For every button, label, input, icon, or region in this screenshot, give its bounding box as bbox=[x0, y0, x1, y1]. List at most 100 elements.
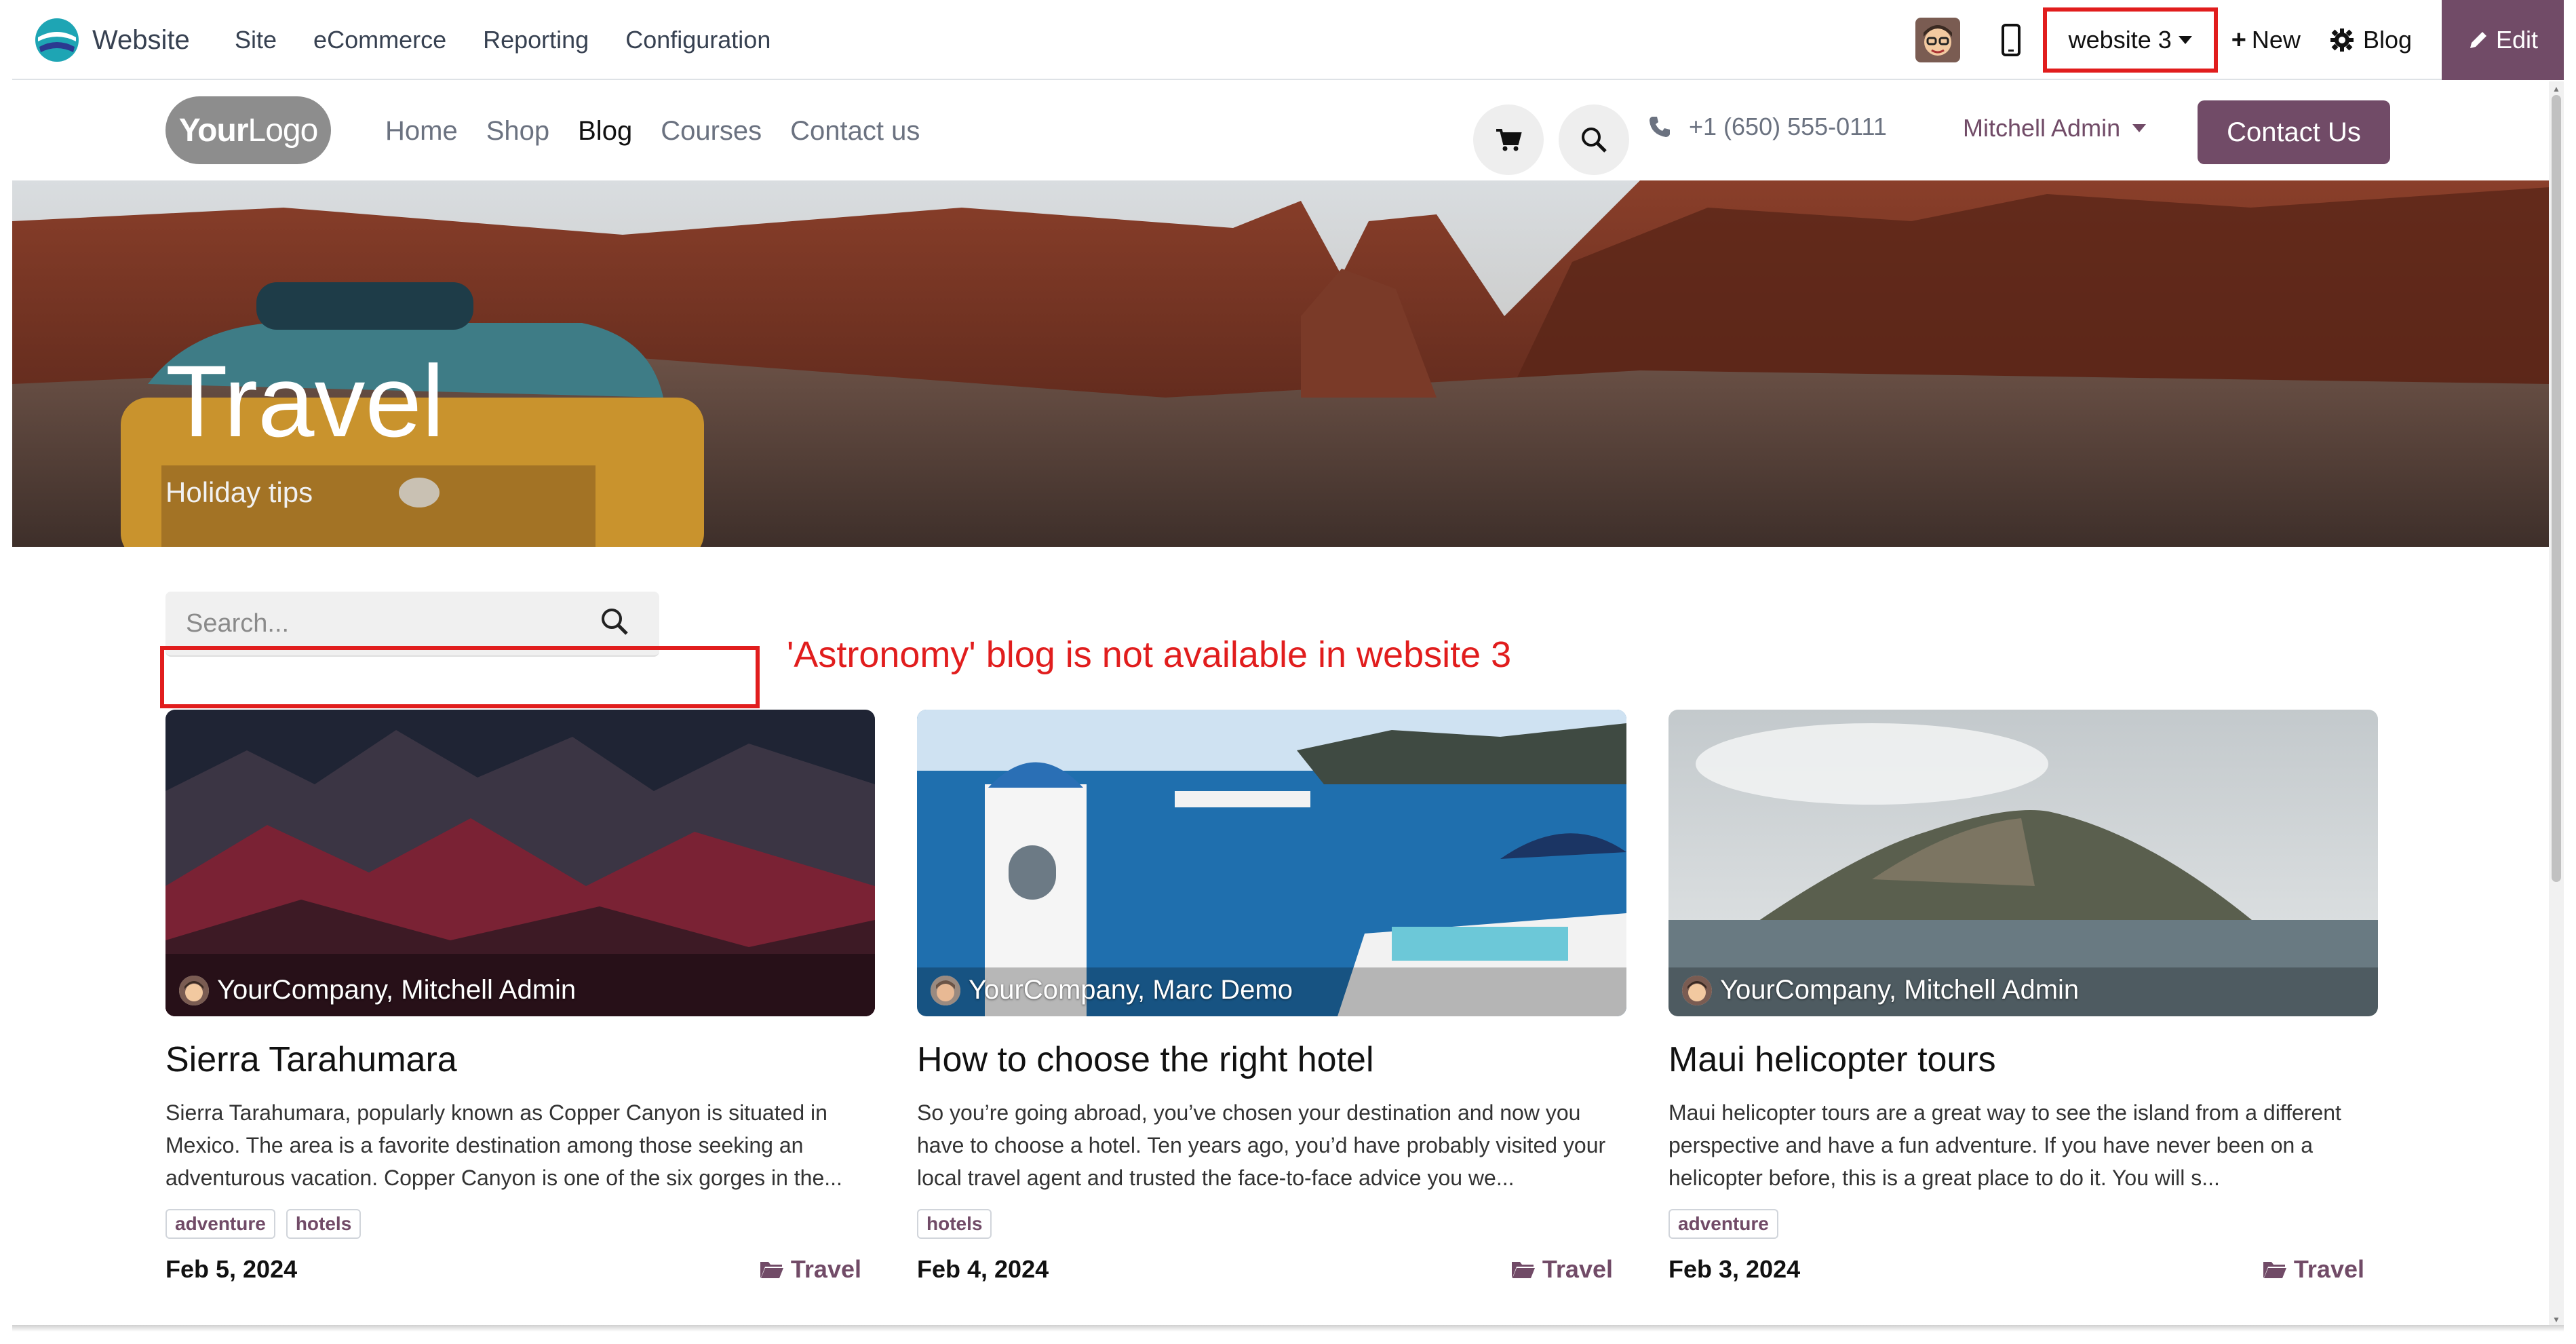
nav-contact-us[interactable]: Contact us bbox=[790, 116, 920, 147]
website-switcher-dropdown[interactable]: website 3 bbox=[2042, 7, 2218, 73]
mountains-image bbox=[165, 710, 875, 1016]
cart-icon bbox=[1496, 129, 1522, 151]
folder-icon bbox=[2263, 1262, 2286, 1278]
post-title[interactable]: How to choose the right hotel bbox=[917, 1039, 1626, 1080]
post-cover-image[interactable]: YourCompany, Mitchell Admin bbox=[165, 710, 875, 1016]
site-header: Your Logo Home Shop Blog Courses Contact … bbox=[12, 81, 2549, 180]
post-excerpt: Sierra Tarahumara, popularly known as Co… bbox=[165, 1100, 842, 1190]
highlight-box-missing-blog bbox=[160, 646, 760, 708]
post-title[interactable]: Maui helicopter tours bbox=[1668, 1039, 2378, 1080]
post-category-label: Travel bbox=[1542, 1255, 1613, 1283]
blog-post-card[interactable]: YourCompany, Mitchell Admin Maui helicop… bbox=[1668, 710, 2378, 1289]
contact-us-button[interactable]: Contact Us bbox=[2198, 100, 2390, 164]
mobile-preview-icon[interactable] bbox=[2001, 24, 2021, 56]
user-avatar[interactable] bbox=[1915, 18, 1960, 62]
search-icon bbox=[1582, 128, 1607, 153]
admin-navbar: Website Site eCommerce Reporting Configu… bbox=[12, 0, 2564, 80]
new-button-label: New bbox=[2251, 26, 2301, 54]
edit-button[interactable]: Edit bbox=[2442, 0, 2564, 80]
phone-link[interactable]: +1 (650) 555-0111 bbox=[1648, 113, 1887, 141]
post-date: Feb 4, 2024 bbox=[917, 1255, 1049, 1283]
app-brand[interactable]: Website bbox=[34, 18, 190, 62]
post-author: YourCompany, Marc Demo bbox=[931, 975, 1293, 1005]
nav-shop[interactable]: Shop bbox=[486, 116, 549, 147]
new-button[interactable]: + New bbox=[2231, 26, 2301, 55]
folder-icon bbox=[760, 1262, 783, 1278]
scroll-up-arrow-icon[interactable]: ▲ bbox=[2552, 84, 2561, 94]
blog-post-card[interactable]: YourCompany, Marc Demo How to choose the… bbox=[917, 710, 1626, 1289]
nav-blog[interactable]: Blog bbox=[578, 116, 632, 147]
user-name: Mitchell Admin bbox=[1963, 114, 2121, 142]
blog-title: Travel bbox=[165, 344, 445, 458]
phone-number: +1 (650) 555-0111 bbox=[1689, 113, 1887, 140]
site-nav: Home Shop Blog Courses Contact us bbox=[385, 81, 948, 180]
author-avatar bbox=[931, 975, 960, 1005]
island-image bbox=[1668, 710, 2378, 1016]
search-input[interactable]: Search... bbox=[186, 609, 289, 638]
logo-text-bold: Your bbox=[178, 112, 249, 149]
search-icon bbox=[602, 609, 628, 635]
menu-ecommerce[interactable]: eCommerce bbox=[313, 26, 446, 54]
search-submit-button[interactable] bbox=[600, 607, 629, 640]
author-avatar bbox=[1682, 975, 1712, 1005]
menu-reporting[interactable]: Reporting bbox=[483, 26, 589, 54]
admin-menu: Site eCommerce Reporting Configuration bbox=[235, 0, 807, 80]
author-name: YourCompany, Mitchell Admin bbox=[1720, 975, 2080, 1005]
blog-subtitle: Holiday tips bbox=[165, 476, 313, 508]
website-preview: Your Logo Home Shop Blog Courses Contact … bbox=[12, 81, 2549, 1326]
site-logo[interactable]: Your Logo bbox=[165, 96, 331, 164]
author-avatar bbox=[179, 975, 209, 1005]
chevron-down-icon bbox=[2132, 124, 2147, 132]
author-name: YourCompany, Mitchell Admin bbox=[217, 975, 577, 1005]
website-switcher-label: website 3 bbox=[2068, 26, 2172, 54]
scroll-down-arrow-icon[interactable]: ▼ bbox=[2552, 1315, 2561, 1324]
frame-shadow bbox=[12, 1325, 2564, 1332]
post-tags: adventure bbox=[1668, 1209, 2378, 1239]
user-menu-dropdown[interactable]: Mitchell Admin bbox=[1963, 114, 2147, 142]
post-footer: Feb 3, 2024 Travel bbox=[1668, 1255, 2378, 1289]
tag-adventure[interactable]: adventure bbox=[165, 1209, 275, 1239]
post-footer: Feb 5, 2024 Travel bbox=[165, 1255, 875, 1289]
edit-button-label: Edit bbox=[2495, 26, 2539, 54]
blog-hero-banner: Travel Holiday tips bbox=[12, 180, 2549, 547]
post-date: Feb 3, 2024 bbox=[1668, 1255, 1801, 1283]
post-cover-image[interactable]: YourCompany, Marc Demo bbox=[917, 710, 1626, 1016]
plus-icon: + bbox=[2231, 25, 2246, 54]
post-category-label: Travel bbox=[2293, 1255, 2364, 1283]
cart-button[interactable] bbox=[1473, 104, 1544, 175]
post-category[interactable]: Travel bbox=[760, 1255, 861, 1284]
tag-adventure[interactable]: adventure bbox=[1668, 1209, 1778, 1239]
post-tags: hotels bbox=[917, 1209, 1626, 1239]
post-author: YourCompany, Mitchell Admin bbox=[1682, 975, 2079, 1005]
site-search-button[interactable] bbox=[1559, 104, 1629, 175]
avatar-face-icon bbox=[1915, 18, 1960, 62]
post-title[interactable]: Sierra Tarahumara bbox=[165, 1039, 875, 1080]
post-excerpt: So you’re going abroad, you’ve chosen yo… bbox=[917, 1100, 1606, 1190]
tag-hotels[interactable]: hotels bbox=[917, 1209, 992, 1239]
post-category[interactable]: Travel bbox=[2263, 1255, 2364, 1284]
post-author: YourCompany, Mitchell Admin bbox=[179, 975, 576, 1005]
nav-courses[interactable]: Courses bbox=[661, 116, 762, 147]
blog-post-card[interactable]: YourCompany, Mitchell Admin Sierra Tarah… bbox=[165, 710, 875, 1289]
post-category-label: Travel bbox=[790, 1255, 861, 1283]
post-date: Feb 5, 2024 bbox=[165, 1255, 298, 1283]
logo-text-light: Logo bbox=[248, 112, 319, 149]
menu-configuration[interactable]: Configuration bbox=[625, 26, 770, 54]
phone-icon bbox=[1650, 117, 1670, 137]
scrollbar-thumb[interactable] bbox=[2552, 95, 2561, 882]
annotation-text: 'Astronomy' blog is not available in web… bbox=[787, 634, 1512, 675]
post-cover-image[interactable]: YourCompany, Mitchell Admin bbox=[1668, 710, 2378, 1016]
menu-site[interactable]: Site bbox=[235, 26, 277, 54]
admin-actions: website 3 + New Blog Edit bbox=[1915, 0, 2564, 80]
post-category[interactable]: Travel bbox=[1511, 1255, 1613, 1284]
pencil-icon bbox=[2470, 32, 2486, 48]
gear-icon bbox=[2330, 28, 2354, 52]
blog-settings-label: Blog bbox=[2362, 26, 2412, 54]
post-excerpt: Maui helicopter tours are a great way to… bbox=[1668, 1100, 2341, 1190]
tag-hotels[interactable]: hotels bbox=[286, 1209, 362, 1239]
nav-home[interactable]: Home bbox=[385, 116, 458, 147]
folder-icon bbox=[1511, 1262, 1535, 1278]
post-tags: adventure hotels bbox=[165, 1209, 875, 1239]
blog-settings-button[interactable]: Blog bbox=[2330, 26, 2412, 54]
website-app-icon bbox=[35, 18, 79, 62]
